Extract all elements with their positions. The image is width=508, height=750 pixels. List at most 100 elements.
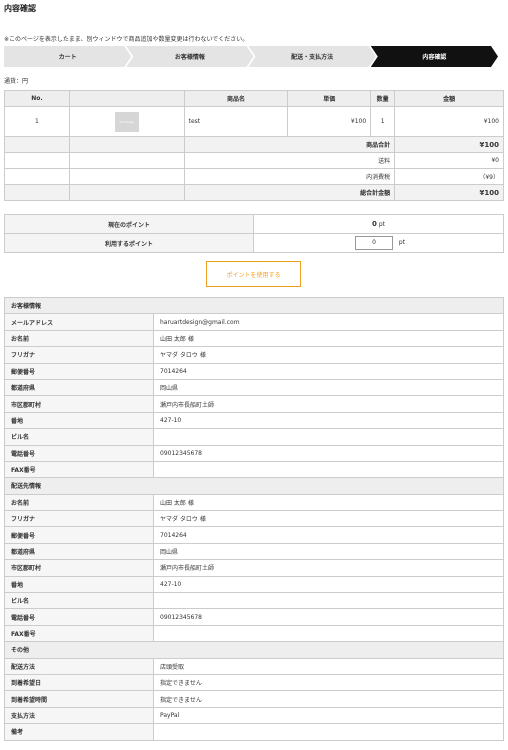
points-table: 現在のポイント 0 pt 利用するポイント 0 pt [4,214,504,253]
table-row: 到着希望時間 指定できません [4,690,504,708]
table-row: FAX番号 [4,624,504,643]
col-image [68,90,185,107]
customer-info-section-title: お客様情報 [4,296,504,315]
points-unit: pt [398,239,406,246]
info-label: 都道府県 [4,378,154,397]
other-info-header-row: その他 [4,641,504,659]
current-points-value: 0 [372,220,377,228]
info-value: haruartdesign@gmail.com [153,313,504,331]
info-value [153,624,504,643]
checkout-steps: カート お客様情報 配送・支払方法 内容確認 [4,46,498,67]
page-title: 内容確認 [4,4,36,13]
use-points-cell: 0 pt [253,233,504,253]
summary-value: ¥100 [394,136,504,153]
item-image-cell: No Image [68,106,185,137]
use-points-row: 利用するポイント 0 pt [4,233,504,253]
col-qty: 数量 [370,90,396,107]
current-points-label: 現在のポイント [4,214,254,234]
table-row: 市区郡町村 瀬戸内市長船町土師 [4,395,504,413]
table-row: FAX番号 [4,460,504,479]
col-name: 商品名 [183,90,289,107]
current-points-cell: 0 pt [253,214,504,234]
customer-info-header-row: お客様情報 [4,296,504,315]
table-row: 備考 [4,723,504,741]
notice-text: ※このページを表示したまま、別ウィンドウで商品追加や数量変更は行わないでください… [4,36,249,43]
info-label: 番地 [4,575,154,594]
info-value: 山田 太郎 様 [153,493,504,512]
info-value: ヤマダ タロウ 様 [153,346,504,364]
use-points-button[interactable]: ポイントを使用する [206,261,301,287]
points-unit: pt [378,221,385,228]
table-row: お名前 山田 太郎 様 [4,329,504,348]
info-label: 電話番号 [4,608,154,626]
summary-label: 総合計金額 [183,184,396,201]
use-points-input[interactable]: 0 [355,236,393,250]
shipping-info-section-title: 配送先情報 [4,477,504,495]
table-row: 番地 427-10 [4,575,504,594]
info-value: ヤマダ タロウ 様 [153,510,504,528]
summary-label: 内消費税 [183,168,396,185]
info-label: 番地 [4,411,154,430]
order-info-table: お客様情報 メールアドレス haruartdesign@gmail.com お名前 山田… [4,296,504,741]
info-value: 指定できません [153,673,504,692]
info-value [153,592,504,610]
info-label: お名前 [4,329,154,348]
table-row: 到着希望日 指定できません [4,673,504,692]
info-value: 427-10 [153,411,504,430]
info-value [153,428,504,446]
summary-value: ¥100 [394,184,504,201]
item-amount: ¥100 [394,106,504,137]
info-label: お名前 [4,493,154,512]
info-label: ビル名 [4,428,154,446]
table-row: フリガナ ヤマダ タロウ 様 [4,346,504,364]
table-row: 電話番号 09012345678 [4,608,504,626]
info-value: 7014264 [153,362,504,380]
info-label: 到着希望日 [4,673,154,692]
table-row: 番地 427-10 [4,411,504,430]
step-confirm: 内容確認 [371,46,498,67]
info-value [153,460,504,479]
info-label: フリガナ [4,346,154,364]
info-label: 郵便番号 [4,362,154,380]
info-value [153,723,504,741]
current-points-row: 現在のポイント 0 pt [4,214,504,234]
info-label: メールアドレス [4,313,154,331]
currency-note: 通貨：円 [4,78,29,85]
summary-label: 商品合計 [183,136,396,153]
info-value: 岡山県 [153,542,504,561]
table-row: 市区郡町村 瀬戸内市長船町土師 [4,559,504,577]
table-row: 支払方法 PayPal [4,706,504,725]
summary-row-subtotal: 商品合計 ¥100 [4,136,504,153]
table-row: 郵便番号 7014264 [4,526,504,544]
table-row: メールアドレス haruartdesign@gmail.com [4,313,504,331]
info-label: 市区郡町村 [4,559,154,577]
shipping-info-header-row: 配送先情報 [4,477,504,495]
summary-value: ¥0 [394,152,504,169]
info-value: 指定できません [153,690,504,708]
info-value: 岡山県 [153,378,504,397]
table-row: 郵便番号 7014264 [4,362,504,380]
info-value: 山田 太郎 様 [153,329,504,348]
info-value: PayPal [153,706,504,725]
info-value: 09012345678 [153,444,504,462]
info-label: 到着希望時間 [4,690,154,708]
summary-value: （¥9） [394,168,504,185]
info-value: 店頭受取 [153,657,504,675]
table-row: 都道府県 岡山県 [4,542,504,561]
table-row: 電話番号 09012345678 [4,444,504,462]
table-row: お名前 山田 太郎 様 [4,493,504,512]
product-image: No Image [114,111,139,132]
items-header-row: No. 商品名 単価 数量 金額 [4,90,504,107]
item-qty: 1 [370,106,396,137]
info-value: 09012345678 [153,608,504,626]
info-label: FAX番号 [4,624,154,643]
table-row: 1 No Image test ¥100 1 ¥100 [4,106,504,137]
table-row: 配送方法 店頭受取 [4,657,504,675]
summary-row-shipping: 送料 ¥0 [4,152,504,169]
info-value: 瀬戸内市長船町土師 [153,559,504,577]
other-info-section-title: その他 [4,641,504,659]
info-value: 427-10 [153,575,504,594]
item-name: test [183,106,289,137]
info-value: 7014264 [153,526,504,544]
col-no: No. [4,90,70,107]
